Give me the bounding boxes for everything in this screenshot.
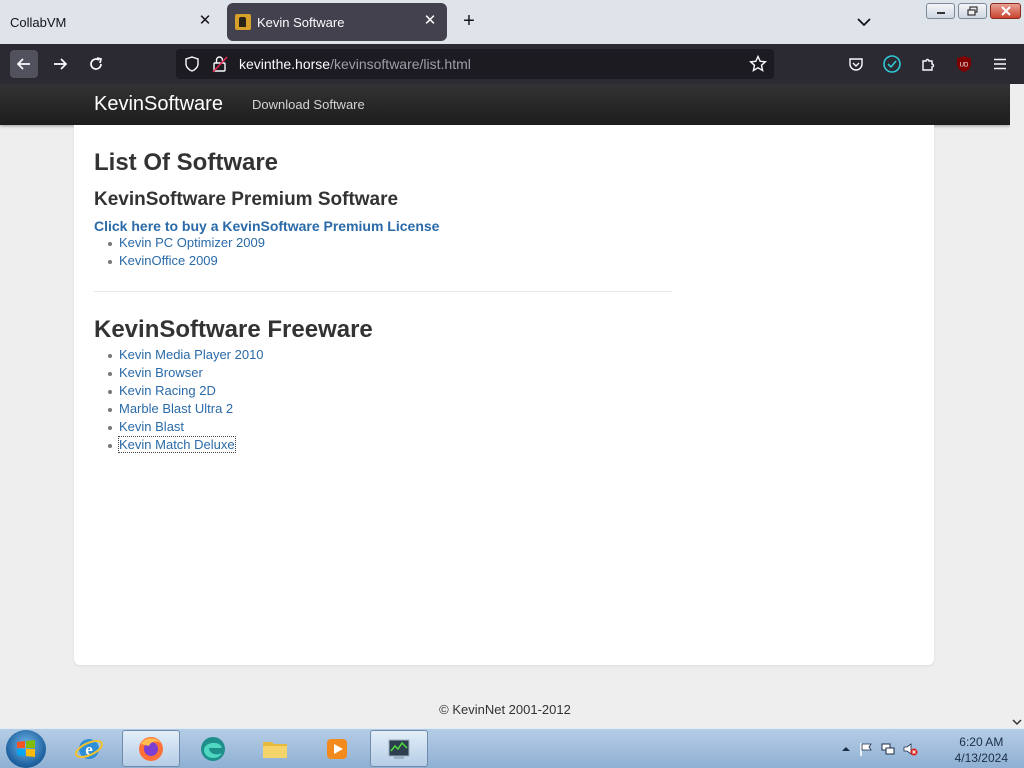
action-center-flag-icon[interactable] [858, 741, 874, 757]
buy-license-link[interactable]: Click here to buy a KevinSoftware Premiu… [94, 218, 439, 234]
list-item: KevinOffice 2009 [108, 253, 265, 271]
ublock-button[interactable]: UD [954, 54, 974, 74]
pocket-icon [849, 58, 863, 71]
show-hidden-icons-icon[interactable] [838, 741, 854, 757]
restore-icon [966, 6, 978, 16]
internet-explorer-icon: e [75, 738, 103, 759]
address-bar[interactable]: kevinthe.horse/kevinsoftware/list.html [176, 49, 774, 79]
close-icon[interactable]: ✕ [196, 12, 214, 30]
list-item: Kevin Media Player 2010 [108, 347, 264, 365]
insecure-lock-icon[interactable] [212, 55, 228, 73]
content-panel: List Of Software KevinSoftware Premium S… [74, 125, 934, 665]
freeware-list: Kevin Media Player 2010 Kevin Browser Ke… [108, 347, 264, 455]
list-item: Kevin Blast [108, 419, 264, 437]
list-all-tabs-button[interactable] [854, 12, 874, 32]
new-tab-button[interactable]: + [458, 11, 480, 33]
tab-kevin-software[interactable]: Kevin Software ✕ [227, 3, 447, 41]
tab-strip: CollabVM ✕ Kevin Software ✕ + [0, 0, 1024, 44]
url-path: /kevinsoftware/list.html [330, 56, 471, 72]
puzzle-icon [922, 58, 935, 71]
start-button[interactable] [6, 730, 46, 768]
clock-time: 6:20 AM [959, 735, 1004, 749]
ublock-origin-icon: UD [957, 56, 971, 72]
reload-icon [90, 57, 103, 70]
close-icon[interactable]: ✕ [421, 12, 439, 30]
task-manager-icon [388, 739, 410, 759]
tab-collabvm[interactable]: CollabVM ✕ [0, 3, 222, 41]
software-link[interactable]: Kevin Browser [119, 365, 203, 380]
clock-date: 4/13/2024 [954, 751, 1008, 765]
svg-text:UD: UD [960, 63, 969, 69]
software-link[interactable]: Kevin Match Deluxe [118, 436, 236, 453]
tracking-shield-icon[interactable] [184, 56, 200, 72]
list-item: Kevin Match Deluxe [108, 436, 264, 455]
software-link[interactable]: Kevin Racing 2D [119, 383, 216, 398]
software-link[interactable]: KevinOffice 2009 [119, 253, 218, 268]
page-title: List Of Software [94, 149, 279, 176]
vertical-scrollbar[interactable] [1010, 84, 1024, 728]
taskbar-firefox[interactable] [122, 730, 180, 767]
software-link[interactable]: Kevin Media Player 2010 [119, 347, 264, 362]
system-tray: 6:20 AM 4/13/2024 [834, 729, 1024, 768]
folder-icon [263, 741, 287, 758]
windows-logo-icon [17, 740, 35, 757]
download-software-link[interactable]: Download Software [252, 97, 365, 112]
firefox-icon [139, 736, 163, 761]
list-item: Kevin Racing 2D [108, 383, 264, 401]
site-brand-link[interactable]: KevinSoftware [94, 93, 223, 116]
chevron-down-icon[interactable] [1012, 718, 1022, 726]
bookmark-star-icon[interactable] [749, 55, 767, 73]
arrow-right-icon [54, 58, 68, 70]
pocket-button[interactable] [846, 54, 866, 74]
taskbar-internet-explorer[interactable]: e [60, 730, 118, 767]
premium-heading: KevinSoftware Premium Software [94, 189, 399, 210]
taskbar-edge[interactable] [184, 730, 242, 767]
list-item: Kevin Browser [108, 365, 264, 383]
list-item: Kevin PC Optimizer 2009 [108, 235, 265, 253]
taskbar-task-manager[interactable] [370, 730, 428, 767]
page-footer: © KevinNet 2001-2012 [439, 702, 571, 717]
browser-toolbar: kevinthe.horse/kevinsoftware/list.html U… [0, 44, 1024, 84]
list-item: Marble Blast Ultra 2 [108, 401, 264, 419]
volume-muted-icon[interactable] [902, 741, 918, 757]
chevron-down-icon [857, 18, 871, 27]
url-host: kevinthe.horse [239, 56, 331, 72]
extensions-button[interactable] [918, 54, 938, 74]
minimize-icon [936, 12, 945, 14]
media-player-icon [327, 738, 347, 759]
back-button[interactable] [10, 50, 38, 78]
minimize-button[interactable] [926, 3, 955, 19]
reload-button[interactable] [82, 50, 110, 78]
url-text: kevinthe.horse/kevinsoftware/list.html [239, 56, 471, 72]
software-link[interactable]: Marble Blast Ultra 2 [119, 401, 233, 416]
extension-check-button[interactable] [882, 54, 902, 74]
taskbar-media-player[interactable] [308, 730, 366, 767]
freeware-heading: KevinSoftware Freeware [94, 316, 373, 343]
software-link[interactable]: Kevin PC Optimizer 2009 [119, 235, 265, 250]
divider [94, 291, 672, 292]
premium-software-list: Kevin PC Optimizer 2009 KevinOffice 2009 [108, 235, 265, 271]
tab-title: CollabVM [10, 14, 67, 30]
windows-taskbar: e 6:20 AM 4/13/2024 [0, 728, 1024, 768]
clock[interactable]: 6:20 AM 4/13/2024 [955, 734, 1008, 766]
restore-button[interactable] [958, 3, 987, 19]
software-link[interactable]: Kevin Blast [119, 419, 184, 434]
favicon-icon [235, 14, 251, 30]
checkmark-circle-icon [883, 55, 901, 73]
taskbar-file-explorer[interactable] [246, 730, 304, 767]
site-navbar: KevinSoftware Download Software [0, 84, 1010, 125]
network-icon[interactable] [880, 741, 896, 757]
tab-title: Kevin Software [257, 14, 345, 30]
hamburger-menu-icon [994, 58, 1006, 70]
app-menu-button[interactable] [990, 54, 1010, 74]
web-page: KevinSoftware Download Software List Of … [0, 84, 1010, 728]
forward-button[interactable] [46, 50, 74, 78]
close-icon [1000, 6, 1011, 16]
arrow-left-icon [16, 58, 30, 70]
window-close-button[interactable] [990, 3, 1021, 19]
edge-icon [201, 736, 225, 761]
